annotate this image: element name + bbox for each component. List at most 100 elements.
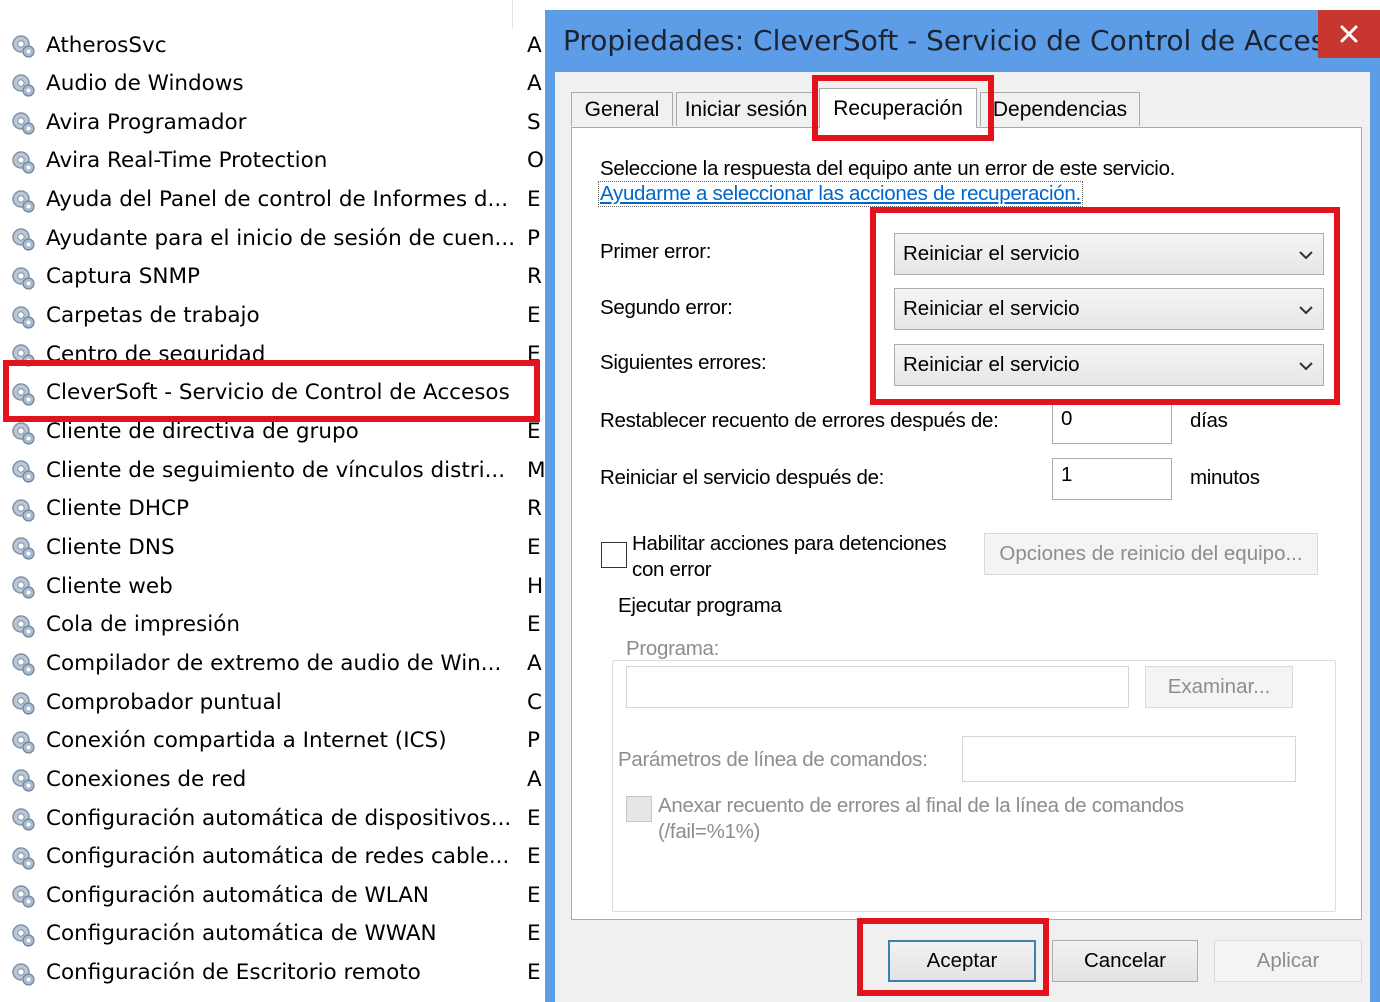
chevron-down-icon [1299,251,1313,260]
service-row[interactable]: Avira Real-Time Protection O [0,142,545,180]
service-description: R [527,264,542,290]
service-row[interactable]: Conexiones de red A [0,760,545,798]
service-gear-icon [10,922,36,948]
service-name: AtherosSvc [46,32,167,58]
service-description: C [527,689,543,715]
service-row[interactable]: Audio de Windows A [0,65,545,103]
service-row[interactable]: Ayuda del Panel de control de Informes d… [0,181,545,219]
restart-after-input[interactable]: 1 [1052,458,1172,500]
service-name: Comprobador puntual [46,689,282,715]
service-name: Compilador de extremo de audio de Win... [46,650,502,676]
dialog-title: Propiedades: CleverSoft - Servicio de Co… [563,24,1323,57]
service-row[interactable]: AtherosSvc A [0,26,545,64]
service-description: E [527,187,541,213]
restart-after-label: Reiniciar el servicio después de: [600,466,885,489]
service-gear-icon [10,149,36,175]
second-failure-select[interactable]: Reiniciar el servicio [894,288,1324,330]
service-description: E [527,341,541,367]
service-row[interactable]: Ayudante para el inicio de sesión de cue… [0,219,545,257]
service-gear-icon [10,33,36,59]
service-description: O [527,148,544,174]
ok-button[interactable]: Aceptar [888,940,1036,982]
service-gear-icon [10,72,36,98]
service-description: E [527,612,541,638]
service-gear-icon [10,110,36,136]
service-name: Captura SNMP [46,264,200,290]
service-name: Configuración automática de redes cable.… [46,844,510,870]
service-row[interactable]: Comprobador puntual C [0,683,545,721]
restart-after-unit: minutos [1190,466,1260,489]
service-description: E [527,303,541,329]
close-icon [1340,25,1358,43]
subsequent-failures-select[interactable]: Reiniciar el servicio [894,344,1324,386]
apply-button[interactable]: Aplicar [1214,940,1362,982]
service-description: E [527,960,541,986]
service-row[interactable]: Carpetas de trabajo E [0,297,545,335]
tab-logon[interactable]: Iniciar sesión [676,92,816,126]
cancel-button[interactable]: Cancelar [1052,940,1198,982]
service-description: A [527,32,542,58]
service-gear-icon [10,845,36,871]
help-link[interactable]: Ayudarme a seleccionar las acciones de r… [598,181,1083,207]
service-name: Ayuda del Panel de control de Informes d… [46,187,509,213]
service-row[interactable]: Cliente de seguimiento de vínculos distr… [0,451,545,489]
close-button[interactable] [1318,10,1380,58]
service-name: Conexión compartida a Internet (ICS) [46,728,447,754]
service-gear-icon [10,342,36,368]
append-fail-count-checkbox[interactable] [626,796,652,822]
service-description: M [527,457,545,483]
append-fail-count-label: Anexar recuento de errores al final de l… [658,794,1184,817]
service-name: Cliente de seguimiento de vínculos distr… [46,457,506,483]
service-row[interactable]: Avira Programador S [0,103,545,141]
second-failure-value: Reiniciar el servicio [903,297,1080,320]
service-name: Audio de Windows [46,71,244,97]
service-row[interactable]: Captura SNMP R [0,258,545,296]
program-input[interactable] [626,666,1129,708]
tab-dependencies[interactable]: Dependencias [980,92,1140,126]
service-gear-icon [10,767,36,793]
properties-dialog: Propiedades: CleverSoft - Servicio de Co… [545,10,1380,1002]
service-name: Configuración automática de WWAN [46,921,437,947]
params-input[interactable] [962,736,1296,782]
first-failure-select[interactable]: Reiniciar el servicio [894,233,1324,275]
tab-general[interactable]: General [571,92,673,126]
service-name: Configuración de Escritorio remoto [46,960,421,986]
enable-actions-label-2: con error [632,558,712,581]
service-row[interactable]: Configuración automática de WLAN E [0,876,545,914]
tab-recovery[interactable]: Recuperación [819,88,977,128]
service-row[interactable]: Configuración automática de WWAN E [0,915,545,953]
service-row[interactable]: CleverSoft - Servicio de Control de Acce… [0,374,545,412]
params-label: Parámetros de línea de comandos: [618,748,928,771]
service-row[interactable]: Configuración automática de redes cable.… [0,838,545,876]
service-gear-icon [10,535,36,561]
chevron-down-icon [1299,306,1313,315]
services-list: AtherosSvc A Audio de Windows A Avira Progra… [0,0,545,1002]
service-row[interactable]: Cola de impresión E [0,606,545,644]
enable-actions-checkbox[interactable] [601,542,627,568]
service-row[interactable]: Cliente DNS E [0,528,545,566]
service-row[interactable]: Cliente DHCP R [0,490,545,528]
enable-actions-label: Habilitar acciones para detenciones [632,532,947,555]
service-row[interactable]: Configuración de Escritorio remoto E [0,954,545,992]
service-row[interactable]: Conexión compartida a Internet (ICS) P [0,722,545,760]
restart-options-button[interactable]: Opciones de reinicio del equipo... [984,533,1318,575]
reset-count-label: Restablecer recuento de errores después … [600,409,999,432]
service-row[interactable]: Configuración automática de dispositivos… [0,799,545,837]
second-failure-label: Segundo error: [600,296,733,319]
service-name: CleverSoft - Servicio de Control de Acce… [46,380,510,406]
service-row[interactable]: Cliente de directiva de grupo E [0,413,545,451]
service-gear-icon [10,381,36,407]
service-name: Avira Real-Time Protection [46,148,328,174]
subsequent-failures-label: Siguientes errores: [600,351,767,374]
service-row[interactable]: Centro de seguridad E [0,335,545,373]
service-gear-icon [10,961,36,987]
service-name: Cliente de directiva de grupo [46,419,359,444]
service-row[interactable]: Cliente web H [0,567,545,605]
service-name: Cola de impresión [46,612,240,638]
subsequent-failures-value: Reiniciar el servicio [903,353,1080,376]
service-row[interactable]: Compilador de extremo de audio de Win...… [0,644,545,682]
service-gear-icon [10,497,36,523]
browse-button[interactable]: Examinar... [1145,666,1293,708]
reset-count-input[interactable]: 0 [1052,402,1172,444]
service-description: E [527,921,541,947]
